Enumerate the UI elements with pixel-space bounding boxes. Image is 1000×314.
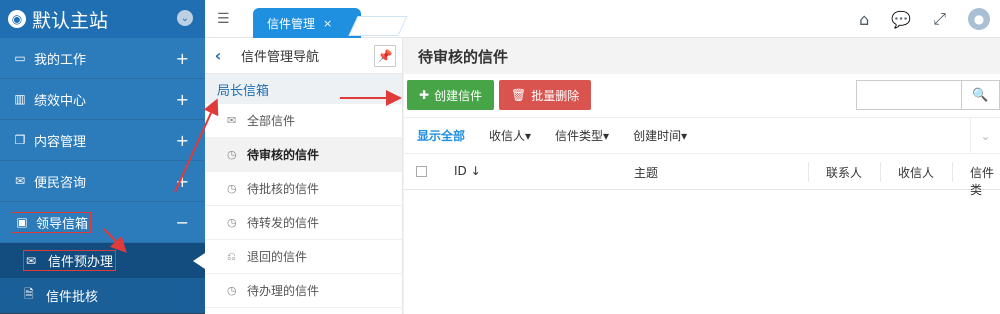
expand-icon[interactable]: ⤢ — [933, 9, 946, 29]
letter-nav-panel: ‹ 信件管理导航 📌 局长信箱 ✉ 全部信件 ◷ 待审核的信件 ◷ 待批核的信件… — [205, 38, 403, 314]
sidebar-subitem-label: 信件批核 — [46, 290, 99, 305]
expand-plus-icon: + — [175, 89, 189, 109]
envelope-outline-icon: ✉ — [227, 114, 237, 127]
home-icon[interactable]: ⌂ — [859, 10, 869, 29]
chevron-down-icon[interactable]: ⌄ — [970, 118, 1000, 154]
nav-item-label: 待转发的信件 — [247, 216, 320, 230]
sidebar-item-label: 领导信箱 — [36, 216, 89, 232]
search-box: 🔍 — [856, 80, 1000, 110]
nav-item-label: 待办理的信件 — [247, 284, 320, 298]
filter-letter-type[interactable]: 信件类型▾ — [555, 127, 609, 144]
annotation-box: ▣ 领导信箱 — [10, 211, 92, 233]
filter-recipient[interactable]: 收信人▾ — [489, 127, 531, 144]
user-avatar-icon[interactable]: ● — [968, 8, 990, 30]
laptop-icon: ▭ — [14, 51, 26, 65]
sidebar-item-my-work[interactable]: ▭ 我的工作 + — [0, 38, 205, 79]
bar-chart-icon: ▥ — [14, 92, 26, 106]
tab-letter-management[interactable]: 信件管理 × — [253, 8, 361, 38]
toolbar: ✚ 创建信件 🗑 批量删除 🔍 — [404, 74, 1000, 118]
annotation-box: ✉ 信件预办理 — [22, 250, 117, 271]
plus-icon: ✚ — [419, 88, 430, 102]
globe-icon: ◉ — [8, 10, 26, 28]
letter-nav-header: ‹ 信件管理导航 📌 — [205, 38, 402, 74]
search-input[interactable] — [856, 80, 962, 110]
tab-close-icon[interactable]: × — [323, 17, 332, 30]
file-check-icon: 🗎 — [24, 287, 34, 301]
sidebar-item-label: 绩效中心 — [34, 93, 87, 109]
envelope-icon: ✉ — [14, 174, 26, 188]
brand-header: ◉ 默认主站 ⌄ — [0, 0, 205, 38]
batch-delete-label: 批量删除 — [531, 88, 580, 103]
sidebar-item-label: 我的工作 — [34, 52, 87, 68]
sidebar-subitem-pre-process[interactable]: ✉ 信件预办理 — [0, 243, 205, 278]
top-bar: ☰ 信件管理 × ⌂ 💬 ⤢ ● — [205, 0, 1000, 38]
filter-bar: 显示全部 收信人▾ 信件类型▾ 创建时间▾ ⌄ — [404, 118, 1000, 154]
top-icons: ⌂ 💬 ⤢ ● — [859, 8, 990, 30]
tab-label: 信件管理 — [267, 16, 316, 31]
clock-icon: ◷ — [227, 182, 237, 195]
create-letter-button[interactable]: ✚ 创建信件 — [407, 80, 495, 110]
nav-item-pending-review[interactable]: ◷ 待审核的信件 — [205, 138, 402, 172]
sidebar: ◉ 默认主站 ⌄ ▭ 我的工作 + ▥ 绩效中心 + ❐ 内容管理 + ✉ 便民… — [0, 0, 205, 314]
clock-icon: ◷ — [227, 148, 237, 161]
sidebar-item-label: 便民咨询 — [34, 175, 87, 191]
column-contact[interactable]: 联系人 — [826, 164, 862, 181]
filter-created-time[interactable]: 创建时间▾ — [633, 127, 687, 144]
nav-item-pending-handle[interactable]: ◷ 待办理的信件 — [205, 274, 402, 308]
sidebar-item-content[interactable]: ❐ 内容管理 + — [0, 120, 205, 161]
search-icon[interactable]: 🔍 — [962, 80, 1000, 110]
chevron-down-icon[interactable]: ⌄ — [177, 10, 193, 26]
menu-icon[interactable]: ☰ — [217, 11, 230, 27]
sidebar-subitem-label: 信件预办理 — [48, 255, 114, 270]
clock-icon: ◷ — [227, 216, 237, 229]
sidebar-item-leader-mailbox[interactable]: ▣ 领导信箱 − — [0, 202, 205, 243]
page-title: 待审核的信件 — [404, 38, 1000, 74]
clock-icon: ◷ — [227, 284, 237, 297]
create-letter-label: 创建信件 — [434, 88, 483, 103]
nav-item-pending-forward[interactable]: ◷ 待转发的信件 — [205, 206, 402, 240]
nav-item-returned[interactable]: ⎌ 退回的信件 — [205, 240, 402, 274]
table-header: ID ↓ 主题 联系人 收信人 信件类 — [404, 154, 1000, 197]
chat-icon[interactable]: 💬 — [891, 10, 911, 29]
sidebar-subitem-approve[interactable]: 🗎 信件批核 — [0, 278, 205, 313]
nav-item-label: 退回的信件 — [247, 250, 308, 264]
column-divider — [808, 162, 809, 182]
letter-nav-title: 信件管理导航 — [241, 50, 320, 65]
nav-item-label: 待批核的信件 — [247, 182, 320, 196]
nav-item-all-letters[interactable]: ✉ 全部信件 — [205, 104, 402, 138]
inbox-icon: ▣ — [16, 215, 28, 229]
column-id[interactable]: ID ↓ — [454, 164, 481, 178]
main-content: 待审核的信件 ✚ 创建信件 🗑 批量删除 🔍 显示全部 收信人▾ 信件类型▾ 创… — [404, 38, 1000, 314]
column-divider — [880, 162, 881, 182]
select-all-checkbox[interactable] — [416, 166, 427, 177]
back-arrow-icon[interactable]: ‹ — [205, 46, 231, 65]
column-recipient[interactable]: 收信人 — [898, 164, 934, 181]
column-type[interactable]: 信件类 — [970, 164, 1000, 198]
column-divider — [952, 162, 953, 182]
new-tab-placeholder[interactable] — [348, 16, 408, 36]
mail-icon: ✉ — [26, 253, 37, 268]
nav-item-label: 全部信件 — [247, 114, 296, 128]
nav-item-label: 待审核的信件 — [247, 148, 320, 162]
nav-item-pending-approval[interactable]: ◷ 待批核的信件 — [205, 172, 402, 206]
trash-icon: 🗑 — [511, 88, 527, 102]
copy-icon: ❐ — [14, 133, 26, 147]
column-subject[interactable]: 主题 — [634, 164, 658, 181]
expand-plus-icon: + — [175, 171, 189, 191]
batch-delete-button[interactable]: 🗑 批量删除 — [499, 80, 592, 110]
pin-icon[interactable]: 📌 — [374, 45, 396, 67]
return-icon: ⎌ — [227, 249, 236, 263]
site-title: 默认主站 — [32, 9, 109, 32]
filter-show-all[interactable]: 显示全部 — [417, 127, 465, 144]
sidebar-item-consult[interactable]: ✉ 便民咨询 + — [0, 161, 205, 202]
sidebar-item-performance[interactable]: ▥ 绩效中心 + — [0, 79, 205, 120]
collapse-minus-icon: − — [175, 212, 189, 232]
expand-plus-icon: + — [175, 130, 189, 150]
expand-plus-icon: + — [175, 48, 189, 68]
sidebar-item-label: 内容管理 — [34, 134, 87, 150]
nav-group-director-mailbox[interactable]: 局长信箱 — [205, 74, 402, 104]
